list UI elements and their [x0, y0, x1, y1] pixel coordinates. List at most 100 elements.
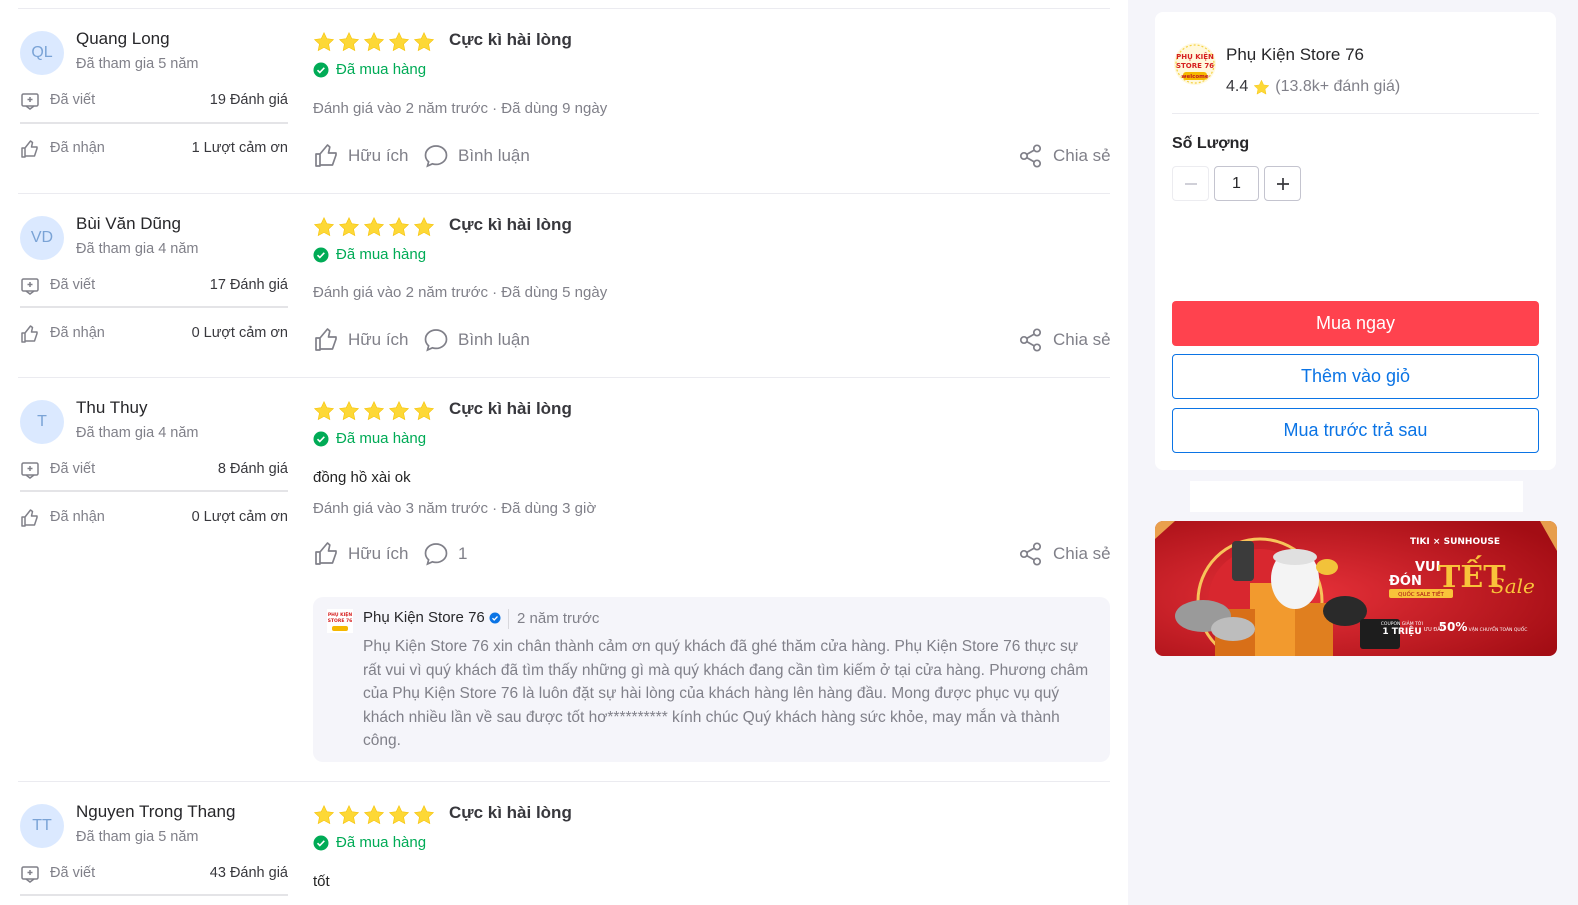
shop-name[interactable]: Phụ Kiện Store 76	[1226, 45, 1364, 65]
star-icon	[388, 401, 410, 421]
reviewer-name: Nguyen Trong Thang	[76, 802, 236, 821]
reviewer-name: Quang Long	[76, 29, 170, 48]
stat-label: Đã nhận	[50, 140, 105, 156]
comment-button[interactable]: 1	[423, 541, 467, 567]
quantity-label: Số Lượng	[1172, 135, 1250, 152]
star-icon	[413, 805, 435, 825]
star-icon	[388, 217, 410, 237]
review-item: VD Bùi Văn Dũng Đã tham gia 4 năm Đã viế…	[18, 194, 1111, 378]
divider	[20, 490, 288, 492]
star-icon	[388, 32, 410, 52]
pay-later-button[interactable]: Mua trước trả sau	[1172, 408, 1539, 453]
review-actions: Hữu ích Bình luận Chia sẻ	[313, 143, 1111, 173]
rating-value: 4.4	[1226, 78, 1249, 95]
banner-vui: VUI	[1415, 560, 1440, 575]
buy-now-button[interactable]: Mua ngay	[1172, 301, 1539, 346]
seller-reply: PHỤ KIỆN STORE 76 Phụ Kiện Store 76 2 nă…	[313, 597, 1110, 762]
add-to-cart-button[interactable]: Thêm vào giỏ	[1172, 354, 1539, 399]
star-icon	[338, 32, 360, 52]
logo-text: PHỤ KIỆN	[1176, 52, 1214, 61]
share-button[interactable]: Chia sẻ	[1018, 541, 1111, 567]
stat-written: Đã viết 19 Đánh giá	[20, 89, 288, 113]
thumbs-up-icon	[315, 328, 337, 351]
bought-badge: Đã mua hàng	[313, 61, 426, 78]
reply-time: 2 năm trước	[517, 610, 600, 627]
shop-logo[interactable]: PHỤ KIỆN STORE 76 welcome	[1173, 42, 1217, 86]
review-meta: Đánh giá vào 3 năm trước · Đã dùng 3 giờ	[313, 500, 597, 517]
review-title: Cực kì hài lòng	[449, 215, 572, 234]
bought-label: Đã mua hàng	[336, 834, 427, 851]
share-button[interactable]: Chia sẻ	[1018, 327, 1111, 353]
divider	[1172, 113, 1539, 114]
review-item: T Thu Thuy Đã tham gia 4 năm Đã viết 8 Đ…	[18, 378, 1111, 782]
stat-label: Đã viết	[50, 277, 96, 293]
banner-sale: Sale	[1491, 574, 1535, 598]
share-icon	[1019, 328, 1042, 352]
stat-label: Đã viết	[50, 92, 96, 108]
reviewer-joined: Đã tham gia 4 năm	[76, 425, 199, 441]
stat-label: Đã viết	[50, 461, 96, 477]
quantity-decrease-button[interactable]	[1172, 166, 1209, 201]
review-item: QL Quang Long Đã tham gia 5 năm Đã viết …	[18, 9, 1111, 194]
divider	[20, 122, 288, 124]
minus-icon	[1184, 182, 1197, 185]
check-circle-icon	[313, 247, 329, 262]
quantity-increase-button[interactable]	[1264, 166, 1301, 201]
reply-shop-name: Phụ Kiện Store 76	[363, 609, 501, 626]
comment-button[interactable]: Bình luận	[423, 327, 530, 353]
stat-value: 19 Đánh giá	[209, 92, 288, 108]
stat-thanks: Đã nhận 0 Lượt cảm ơn	[20, 506, 288, 530]
review-written-icon	[21, 278, 39, 295]
share-button[interactable]: Chia sẻ	[1018, 143, 1111, 169]
share-label: Chia sẻ	[1053, 544, 1111, 563]
review-title: Cực kì hài lòng	[449, 30, 572, 49]
review-item: TT Nguyen Trong Thang Đã tham gia 5 năm …	[18, 782, 1110, 905]
banner-don: ĐÓN	[1389, 573, 1422, 589]
star-icon	[313, 217, 335, 237]
helpful-button[interactable]: Hữu ích	[313, 143, 409, 169]
stat-thanks: Đã nhận 1 Lượt cảm ơn	[20, 137, 288, 161]
check-circle-icon	[313, 62, 329, 77]
star-icon	[313, 32, 335, 52]
check-circle-icon	[313, 835, 329, 850]
svg-text:STORE 76: STORE 76	[328, 618, 353, 624]
rating-stars	[313, 31, 435, 53]
bought-badge: Đã mua hàng	[313, 246, 426, 263]
thumbs-up-icon	[21, 140, 38, 158]
review-text: đồng hồ xài ok	[313, 469, 411, 486]
stat-value: 1 Lượt cảm ơn	[191, 140, 288, 156]
star-icon	[363, 217, 385, 237]
thumbs-up-icon	[315, 542, 337, 565]
helpful-button[interactable]: Hữu ích	[313, 541, 409, 567]
verified-icon	[489, 612, 501, 623]
star-icon	[388, 805, 410, 825]
quantity-input[interactable]: 1	[1214, 166, 1259, 201]
purchase-sidebar: PHỤ KIỆN STORE 76 welcome Phụ Kiện Store…	[1128, 0, 1578, 905]
star-icon	[313, 805, 335, 825]
comment-count: 1	[458, 544, 468, 563]
divider	[508, 609, 509, 629]
review-text: tốt	[313, 873, 330, 890]
review-actions: Hữu ích 1 Chia sẻ	[313, 541, 1111, 571]
bought-label: Đã mua hàng	[336, 61, 427, 78]
bought-badge: Đã mua hàng	[313, 430, 426, 447]
star-icon	[363, 32, 385, 52]
star-icon	[338, 805, 360, 825]
helpful-button[interactable]: Hữu ích	[313, 327, 409, 353]
comment-icon	[424, 145, 448, 168]
avatar: VD	[20, 216, 64, 260]
banner-offer2-big: 50%	[1439, 620, 1468, 634]
reply-shop-label: Phụ Kiện Store 76	[363, 609, 485, 626]
star-icon	[363, 805, 385, 825]
shop-rating: 4.4 (13.8k+ đánh giá)	[1226, 78, 1400, 96]
thumbs-up-icon	[315, 144, 337, 167]
bought-badge: Đã mua hàng	[313, 834, 426, 851]
star-icon	[413, 32, 435, 52]
stat-value: 0 Lượt cảm ơn	[191, 509, 288, 525]
review-title: Cực kì hài lòng	[449, 399, 572, 418]
placeholder-block	[1190, 481, 1523, 512]
rating-stars	[313, 216, 435, 238]
promo-banner[interactable]: TIKI × SUNHOUSE VUI ĐÓN TẾT Sale QUỐC SA…	[1155, 521, 1557, 656]
comment-button[interactable]: Bình luận	[423, 143, 530, 169]
comment-label: Bình luận	[458, 146, 530, 165]
